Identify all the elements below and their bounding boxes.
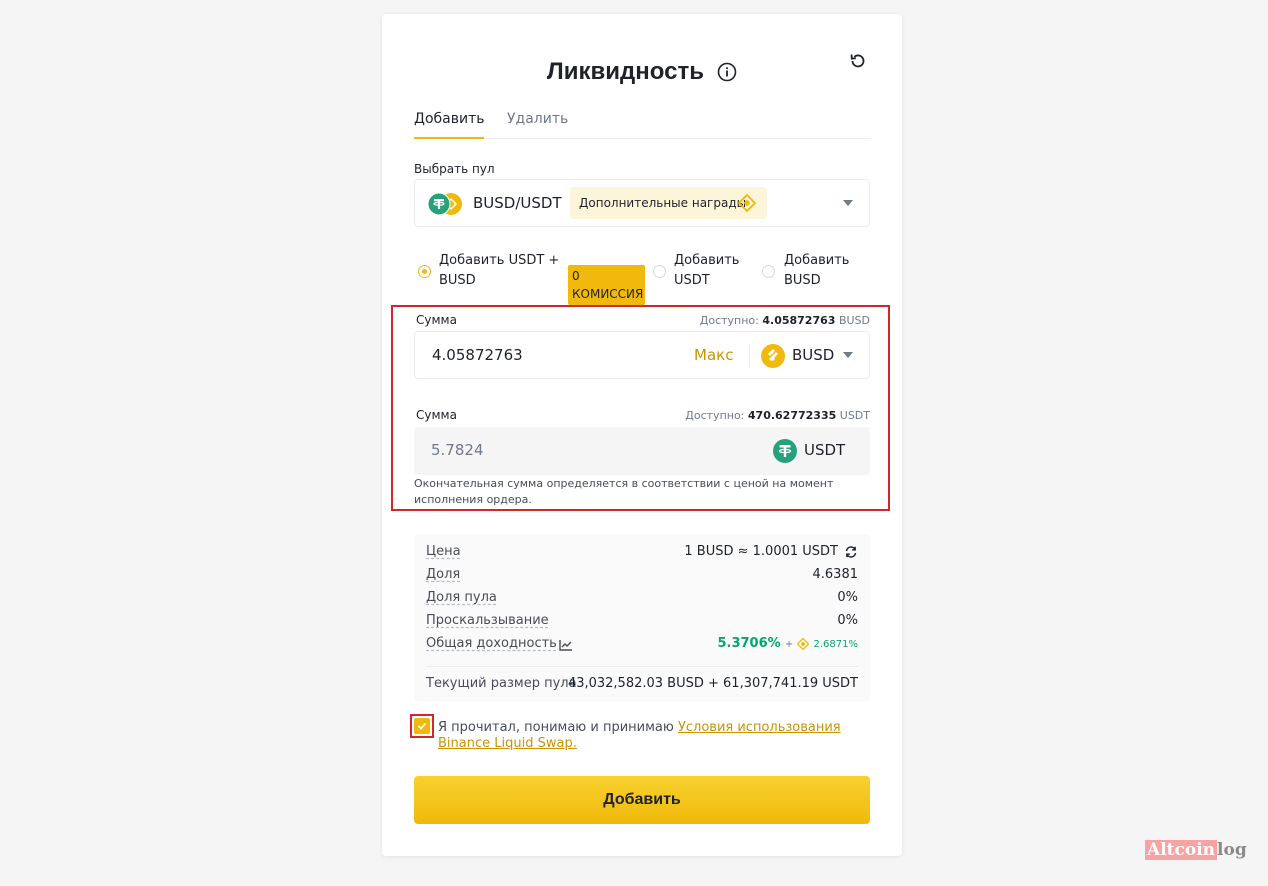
mode-radio-busd[interactable] (762, 265, 775, 278)
pool-size-label: Текущий размер пула (426, 676, 577, 691)
liquidity-card: Ликвидность Добавить Удалить Выбрать пул… (382, 14, 902, 856)
chevron-down-icon[interactable] (843, 352, 853, 358)
mode-label-both[interactable]: Добавить USDT + BUSD (439, 251, 559, 291)
tab-remove[interactable]: Удалить (507, 110, 568, 139)
pool-select-label: Выбрать пул (414, 162, 495, 176)
usdt-busd-pair-icon (427, 192, 462, 216)
slippage-label[interactable]: Проскальзывание (426, 613, 549, 628)
mode-radio-usdt[interactable] (653, 265, 666, 278)
checkmark-icon (417, 722, 427, 730)
max-button[interactable]: Макс (694, 346, 733, 364)
price-note: Окончательная сумма определяется в соотв… (414, 477, 834, 506)
busd-amount-value[interactable]: 4.05872763 (432, 346, 523, 364)
pool-share-label[interactable]: Доля пула (426, 590, 497, 605)
busd-coin-select[interactable]: BUSD (792, 346, 834, 364)
busd-coin-icon (761, 344, 785, 368)
apy-label[interactable]: Общая доходность (426, 636, 557, 651)
share-value: 4.6381 (812, 567, 859, 582)
zero-fee-badge: 0 КОМИССИЯ (568, 265, 645, 305)
pool-share-value: 0% (837, 590, 858, 605)
extra-rewards-label: Дополнительные награды (579, 196, 747, 210)
tab-add[interactable]: Добавить (414, 110, 485, 139)
pool-select[interactable]: BUSD/USDT Дополнительные награды (414, 179, 870, 227)
busd-amount-field[interactable]: 4.05872763 Макс BUSD (414, 331, 870, 379)
bnb-reward-icon (738, 194, 756, 212)
header: Ликвидность (382, 58, 902, 92)
usdt-amount-field: 5.7824 USDT (414, 427, 870, 475)
usdt-amount-value: 5.7824 (431, 441, 484, 459)
mode-label-usdt[interactable]: Добавить USDT (674, 251, 739, 291)
terms-checkbox-frame (410, 714, 434, 738)
share-label[interactable]: Доля (426, 567, 460, 582)
slippage-value: 0% (837, 613, 858, 628)
chart-icon[interactable] (559, 639, 573, 651)
chevron-down-icon (843, 200, 853, 206)
add-liquidity-button[interactable]: Добавить (414, 776, 870, 824)
field-divider (749, 344, 750, 368)
watermark-logo: Altcoin log (1145, 840, 1247, 860)
pool-name: BUSD/USDT (473, 194, 562, 212)
liquidity-mode-selector: Добавить USDT + BUSD 0 КОМИССИЯ Добавить US… (414, 251, 870, 305)
swap-rate-icon[interactable] (844, 545, 858, 559)
mode-label-busd[interactable]: Добавить BUSD (784, 251, 849, 291)
mode-radio-both[interactable] (418, 265, 431, 278)
usdt-coin-icon (773, 439, 797, 463)
apy-value: 5.3706% + 2.6871% (717, 636, 858, 651)
details-divider (426, 666, 858, 667)
tab-bar: Добавить Удалить (414, 110, 870, 139)
usdt-coin-label: USDT (804, 441, 846, 459)
refresh-icon[interactable] (848, 51, 868, 71)
available-usdt: Доступно: 470.62772335 USDT (685, 409, 870, 422)
terms-checkbox[interactable] (414, 718, 430, 734)
amount-label-usdt: Сумма (416, 408, 457, 422)
details-panel: Цена 1 BUSD ≈ 1.0001 USDT Доля 4.6381 До… (414, 534, 870, 702)
page-title: Ликвидность (546, 58, 704, 85)
available-busd: Доступно: 4.05872763 BUSD (699, 314, 870, 327)
pool-size-value: 43,032,582.03 BUSD + 61,307,741.19 USDT (567, 676, 858, 691)
amount-label-busd: Сумма (416, 313, 457, 327)
info-icon[interactable] (717, 62, 737, 82)
bnb-bonus-icon (797, 637, 810, 650)
price-label[interactable]: Цена (426, 544, 461, 559)
terms-text: Я прочитал, понимаю и принимаю Условия и… (438, 720, 841, 751)
price-value: 1 BUSD ≈ 1.0001 USDT (684, 544, 838, 559)
extra-rewards-badge: Дополнительные награды (570, 187, 767, 219)
